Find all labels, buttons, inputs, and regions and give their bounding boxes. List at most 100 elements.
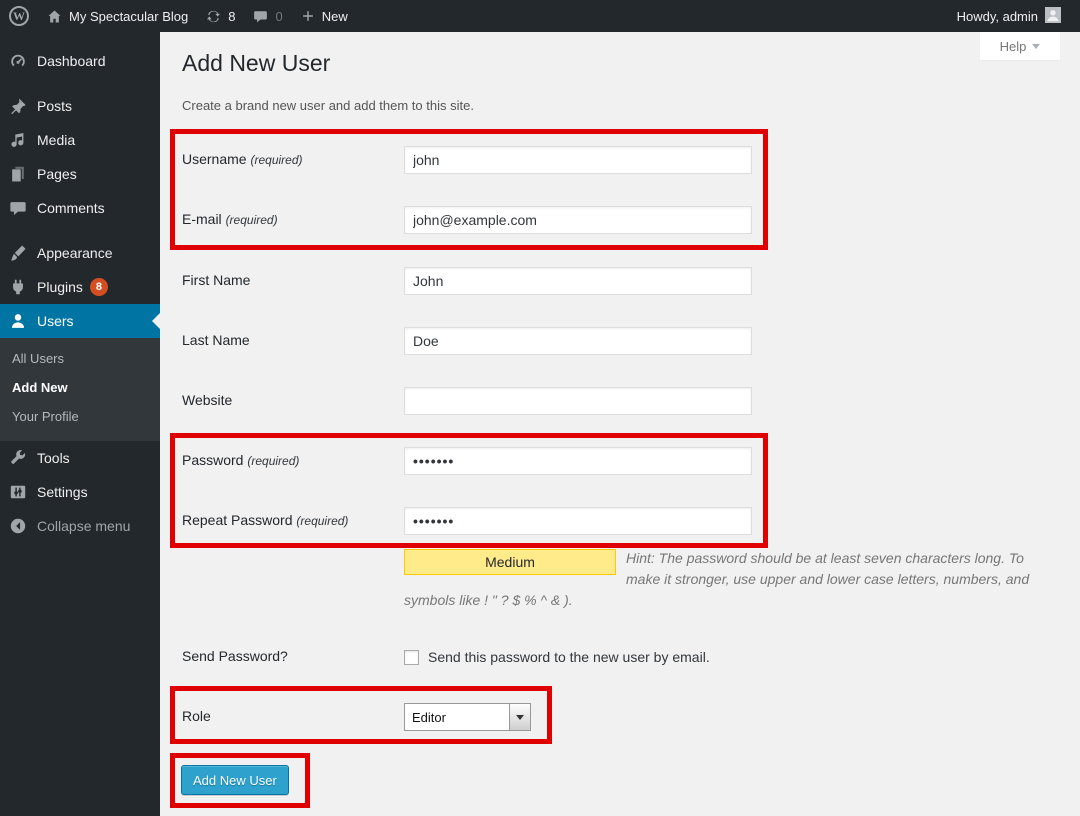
sidebar-item-comments[interactable]: Comments — [0, 191, 160, 225]
email-input[interactable] — [404, 206, 752, 234]
comment-count: 0 — [275, 9, 282, 24]
first-name-input[interactable] — [404, 267, 752, 295]
sidebar-item-label: Comments — [37, 200, 105, 216]
wordpress-logo-button[interactable]: W — [0, 0, 38, 32]
plugin-icon — [8, 277, 28, 297]
chevron-down-icon — [1032, 44, 1040, 49]
admin-bar-left: W My Spectacular Blog 8 0 New — [0, 0, 357, 32]
sidebar-separator — [0, 78, 160, 89]
website-label: Website — [182, 392, 397, 408]
chevron-down-icon — [516, 715, 524, 720]
settings-icon — [8, 482, 28, 502]
sidebar-item-label: Users — [37, 313, 74, 329]
repeat-password-label: Repeat Password (required) — [182, 512, 397, 528]
sidebar-item-label: Plugins — [37, 279, 83, 295]
home-icon — [47, 9, 62, 24]
label-text: Username — [182, 151, 247, 167]
sidebar-item-pages[interactable]: Pages — [0, 157, 160, 191]
help-label: Help — [1000, 39, 1027, 54]
pushpin-icon — [8, 96, 28, 116]
update-count: 8 — [228, 9, 235, 24]
sidebar-item-label: Media — [37, 132, 75, 148]
sidebar-item-tools[interactable]: Tools — [0, 441, 160, 475]
sidebar-separator — [0, 225, 160, 236]
plus-icon — [301, 9, 315, 23]
avatar — [1045, 7, 1061, 26]
comment-icon — [8, 198, 28, 218]
password-input[interactable] — [404, 447, 752, 475]
password-hint-area: Medium Hint: The password should be at l… — [404, 548, 1038, 611]
label-text: Password — [182, 452, 243, 468]
sidebar-item-appearance[interactable]: Appearance — [0, 236, 160, 270]
repeat-password-input[interactable] — [404, 507, 752, 535]
main-content: Help Add New User Create a brand new use… — [160, 32, 1080, 816]
admin-sidebar: Dashboard Posts Media Pages Comments App… — [0, 32, 160, 816]
username-label: Username (required) — [182, 151, 397, 167]
collapse-icon — [8, 516, 28, 536]
password-strength-meter: Medium — [404, 549, 616, 575]
sidebar-item-posts[interactable]: Posts — [0, 89, 160, 123]
submenu-item-add-new[interactable]: Add New — [0, 373, 160, 402]
my-account-button[interactable]: Howdy, admin — [948, 0, 1070, 32]
first-name-label: First Name — [182, 272, 397, 288]
label-text: Repeat Password — [182, 512, 293, 528]
sidebar-item-settings[interactable]: Settings — [0, 475, 160, 509]
submenu-item-all-users[interactable]: All Users — [0, 344, 160, 373]
website-input[interactable] — [404, 387, 752, 415]
required-hint: (required) — [250, 153, 302, 167]
pages-icon — [8, 164, 28, 184]
wordpress-logo-icon: W — [9, 6, 29, 26]
send-password-checkbox-label: Send this password to the new user by em… — [428, 649, 710, 665]
last-name-label: Last Name — [182, 332, 397, 348]
page-description: Create a brand new user and add them to … — [182, 98, 474, 113]
howdy-label: Howdy, admin — [957, 9, 1038, 24]
label-text: E-mail — [182, 211, 222, 227]
sidebar-item-users[interactable]: Users — [0, 304, 160, 338]
password-label: Password (required) — [182, 452, 397, 468]
collapse-menu-button[interactable]: Collapse menu — [0, 509, 160, 543]
comments-button[interactable]: 0 — [244, 0, 291, 32]
required-hint: (required) — [226, 213, 278, 227]
required-hint: (required) — [296, 514, 348, 528]
media-icon — [8, 130, 28, 150]
sidebar-item-label: Settings — [37, 484, 88, 500]
role-select[interactable]: Editor — [404, 703, 531, 731]
username-input[interactable] — [404, 146, 752, 174]
sidebar-item-dashboard[interactable]: Dashboard — [0, 44, 160, 78]
admin-bar-right: Howdy, admin — [948, 0, 1080, 32]
role-label: Role — [182, 708, 397, 724]
help-button[interactable]: Help — [980, 32, 1060, 60]
tools-icon — [8, 448, 28, 468]
users-icon — [8, 311, 28, 331]
comment-bubble-icon — [253, 9, 268, 24]
new-label: New — [322, 9, 348, 24]
sidebar-item-label: Dashboard — [37, 53, 106, 69]
users-submenu: All Users Add New Your Profile — [0, 338, 160, 441]
sidebar-item-media[interactable]: Media — [0, 123, 160, 157]
admin-bar: W My Spectacular Blog 8 0 New — [0, 0, 1080, 32]
role-select-value: Editor — [405, 704, 509, 730]
updates-button[interactable]: 8 — [197, 0, 244, 32]
sidebar-item-label: Tools — [37, 450, 70, 466]
appearance-icon — [8, 243, 28, 263]
site-name-link[interactable]: My Spectacular Blog — [38, 0, 197, 32]
last-name-input[interactable] — [404, 327, 752, 355]
sidebar-item-label: Collapse menu — [37, 518, 130, 534]
required-hint: (required) — [247, 454, 299, 468]
add-new-user-button[interactable]: Add New User — [181, 765, 289, 795]
dashboard-icon — [8, 51, 28, 71]
sidebar-item-label: Pages — [37, 166, 77, 182]
plugin-update-badge: 8 — [90, 278, 108, 296]
page-title: Add New User — [182, 50, 330, 77]
sidebar-item-label: Posts — [37, 98, 72, 114]
sidebar-item-plugins[interactable]: Plugins 8 — [0, 270, 160, 304]
new-content-button[interactable]: New — [292, 0, 357, 32]
update-icon — [206, 9, 221, 24]
submenu-item-your-profile[interactable]: Your Profile — [0, 402, 160, 431]
send-password-checkbox[interactable] — [404, 650, 419, 665]
sidebar-item-label: Appearance — [37, 245, 113, 261]
site-name-label: My Spectacular Blog — [69, 9, 188, 24]
send-password-label: Send Password? — [182, 648, 397, 664]
select-dropdown-button — [509, 704, 530, 730]
email-label: E-mail (required) — [182, 211, 397, 227]
